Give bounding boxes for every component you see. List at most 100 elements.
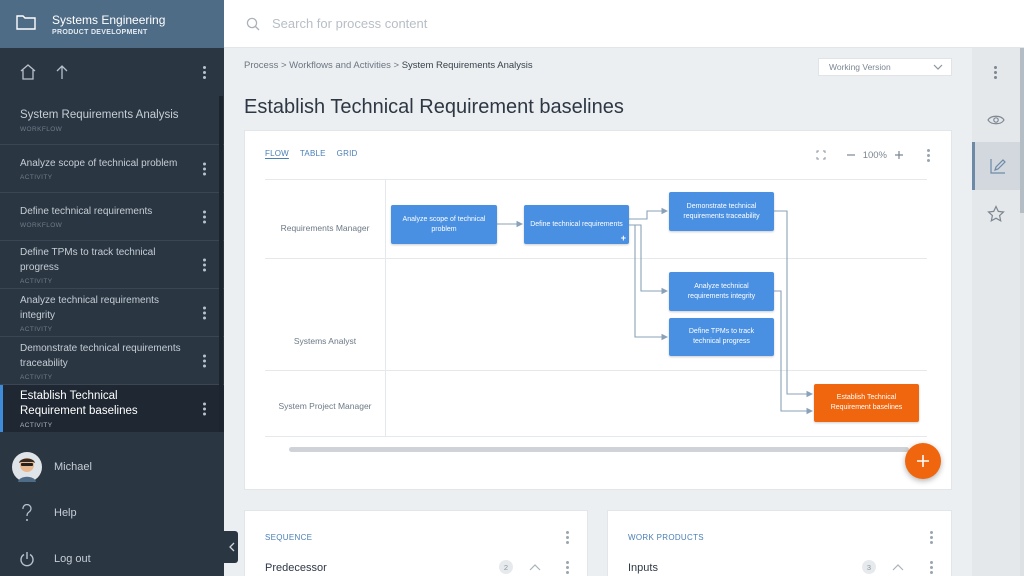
star-icon	[987, 205, 1005, 222]
work-products-card: WORK PRODUCTS Inputs 3	[607, 510, 952, 576]
version-select[interactable]: Working Version	[818, 58, 952, 76]
zoom-controls: 100%	[813, 147, 931, 163]
sidebar-item-label: Define TPMs to track technical progress	[20, 246, 156, 273]
work-products-heading: WORK PRODUCTS	[628, 533, 704, 542]
folder-icon	[16, 14, 52, 35]
help-link[interactable]: Help	[0, 490, 224, 536]
node-establish-baselines[interactable]: Establish Technical Requirement baseline…	[814, 384, 919, 422]
work-products-more-icon[interactable]	[930, 531, 934, 544]
sidebar-item-type: ACTIVITY	[20, 325, 53, 333]
chevron-down-icon	[933, 64, 943, 70]
sidebar-item-analyze-integrity[interactable]: Analyze technical requirements integrity…	[0, 288, 224, 336]
page-title: Establish Technical Requirement baseline…	[244, 96, 624, 118]
more-icon[interactable]	[203, 210, 207, 223]
edit-icon	[989, 159, 1006, 174]
sidebar-item-label: Establish Technical Requirement baseline…	[20, 389, 138, 417]
chevron-up-icon[interactable]	[892, 563, 904, 571]
arrow-up-icon[interactable]	[52, 62, 72, 82]
sidebar-item-type: ACTIVITY	[20, 421, 53, 429]
user-name: Michael	[54, 461, 92, 473]
breadcrumb: Process > Workflows and Activities > Sys…	[244, 60, 533, 71]
more-icon[interactable]	[203, 162, 207, 175]
logout-link[interactable]: Log out	[0, 536, 224, 576]
sidebar-item-type: ACTIVITY	[20, 174, 53, 181]
rail-favorite-button[interactable]	[972, 190, 1020, 238]
fullscreen-icon[interactable]	[813, 147, 829, 163]
zoom-out-icon[interactable]	[843, 147, 859, 163]
sidebar-item-establish-baselines[interactable]: Establish Technical Requirement baseline…	[0, 384, 224, 432]
sidebar-item-type: WORKFLOW	[20, 125, 63, 133]
nav-more-icon[interactable]	[203, 66, 207, 79]
sidebar-item-label: System Requirements Analysis	[20, 108, 179, 121]
power-icon	[12, 544, 42, 574]
breadcrumb-current: System Requirements Analysis	[401, 60, 533, 71]
node-analyze-scope[interactable]: Analyze scope of technical problem	[391, 205, 497, 244]
node-demonstrate-traceability[interactable]: Demonstrate technical requirements trace…	[669, 192, 774, 231]
swimlane-diagram: Requirements Manager Systems Analyst Sys…	[265, 179, 927, 437]
view-tabs: FLOW TABLE GRID	[265, 149, 357, 158]
zoom-level: 100%	[862, 149, 887, 161]
more-icon[interactable]	[203, 306, 207, 319]
predecessor-more-icon[interactable]	[566, 561, 570, 574]
sidebar-nav	[0, 48, 224, 96]
add-button[interactable]	[905, 443, 941, 479]
more-icon[interactable]	[203, 354, 207, 367]
more-icon[interactable]	[203, 402, 207, 415]
version-selected: Working Version	[829, 62, 891, 72]
sidebar-item-type: ACTIVITY	[20, 277, 53, 285]
rail-view-button[interactable]	[972, 96, 1020, 144]
predecessor-label[interactable]: Predecessor	[265, 562, 327, 574]
node-define-tpms[interactable]: Define TPMs to track technical progress	[669, 318, 774, 356]
project-title: Systems Engineering	[52, 12, 166, 27]
sidebar-item-define-technical-requirements[interactable]: Define technical requirements WORKFLOW	[0, 192, 224, 240]
sequence-card: SEQUENCE Predecessor 2	[244, 510, 588, 576]
sidebar-scrollbar[interactable]	[219, 96, 223, 432]
avatar	[12, 452, 42, 482]
logout-label: Log out	[54, 553, 91, 565]
sidebar-footer: Michael Help Log out	[0, 444, 224, 576]
flow-more-icon[interactable]	[927, 148, 931, 162]
page-scrollbar[interactable]	[1020, 48, 1024, 576]
sidebar-item-label: Demonstrate technical requirements trace…	[20, 342, 181, 369]
eye-icon	[987, 115, 1005, 125]
search-bar	[224, 0, 1024, 48]
plus-icon	[917, 455, 929, 467]
more-icon	[994, 65, 998, 79]
sidebar-item-type: WORKFLOW	[20, 222, 63, 229]
node-analyze-integrity[interactable]: Analyze technical requirements integrity	[669, 272, 774, 311]
more-icon[interactable]	[203, 258, 207, 271]
sidebar-item-demonstrate-traceability[interactable]: Demonstrate technical requirements trace…	[0, 336, 224, 384]
flow-card: FLOW TABLE GRID 100% Requirements Manage…	[244, 130, 952, 490]
sidebar-item-label: Analyze scope of technical problem	[20, 158, 178, 169]
sidebar-item-label: Analyze technical requirements integrity	[20, 294, 159, 321]
zoom-in-icon[interactable]	[891, 147, 907, 163]
user-profile[interactable]: Michael	[0, 444, 224, 490]
search-input[interactable]	[272, 16, 772, 31]
diagram-scrollbar[interactable]	[289, 447, 909, 452]
sequence-more-icon[interactable]	[566, 531, 570, 544]
sidebar-list: System Requirements Analysis WORKFLOW An…	[0, 96, 224, 432]
node-label: Define technical requirements	[530, 220, 623, 228]
breadcrumb-path[interactable]: Process > Workflows and Activities >	[244, 60, 402, 71]
project-subtitle: PRODUCT DEVELOPMENT	[52, 28, 148, 36]
sidebar-item-label: Define technical requirements	[20, 206, 153, 217]
sequence-heading: SEQUENCE	[265, 533, 313, 542]
predecessor-count: 2	[499, 560, 513, 574]
chevron-up-icon[interactable]	[529, 563, 541, 571]
home-icon[interactable]	[18, 62, 38, 82]
sidebar-item-analyze-scope[interactable]: Analyze scope of technical problem ACTIV…	[0, 144, 224, 192]
help-label: Help	[54, 507, 77, 519]
tab-grid[interactable]: GRID	[337, 149, 358, 158]
sidebar-item-define-tpms[interactable]: Define TPMs to track technical progress …	[0, 240, 224, 288]
expand-plus-icon[interactable]: +	[621, 233, 626, 243]
tab-flow[interactable]: FLOW	[265, 149, 289, 158]
inputs-label[interactable]: Inputs	[628, 562, 658, 574]
sidebar-item-system-requirements-analysis[interactable]: System Requirements Analysis WORKFLOW	[0, 96, 224, 144]
tab-table[interactable]: TABLE	[300, 149, 326, 158]
node-define-requirements[interactable]: Define technical requirements +	[524, 205, 629, 244]
rail-edit-button[interactable]	[972, 142, 1020, 190]
inputs-more-icon[interactable]	[930, 561, 934, 574]
help-icon	[12, 498, 42, 528]
rail-more-button[interactable]	[972, 48, 1020, 96]
sidebar-header[interactable]: Systems Engineering PRODUCT DEVELOPMENT	[0, 0, 224, 48]
